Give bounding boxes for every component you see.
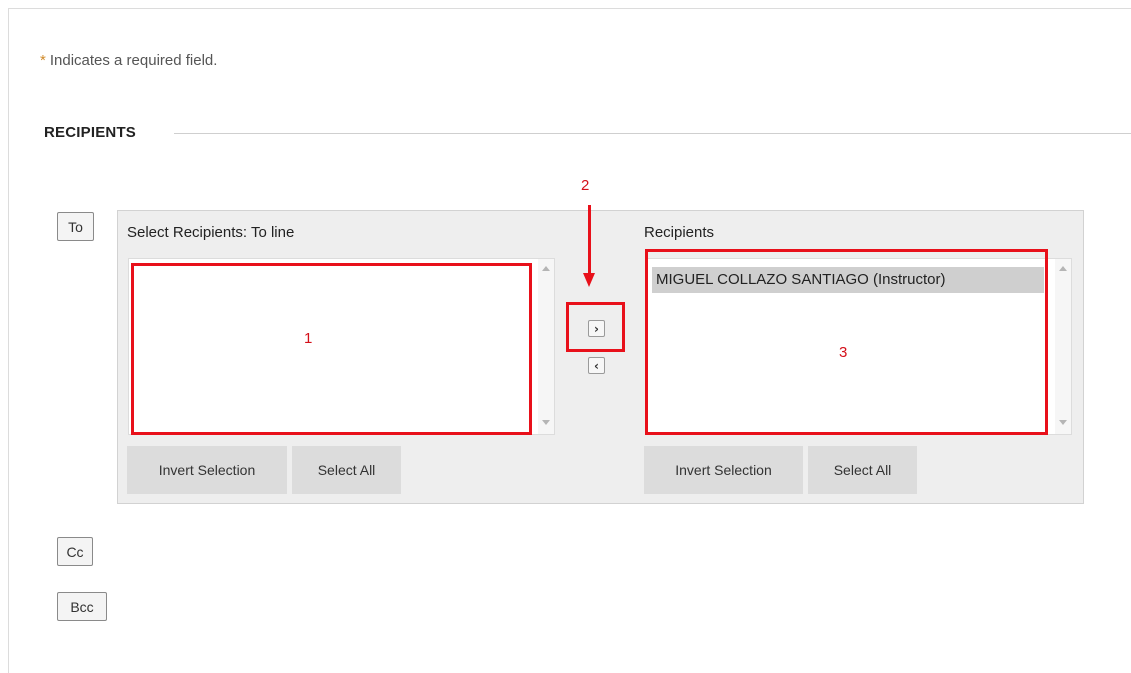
annotation-box-1 — [131, 263, 532, 435]
scroll-up-arrow-icon[interactable] — [1059, 266, 1067, 271]
invert-selection-left-button[interactable]: Invert Selection — [127, 446, 287, 494]
annotation-number-3: 3 — [839, 344, 848, 361]
scroll-down-arrow-icon[interactable] — [1059, 420, 1067, 425]
selected-list-scrollbar[interactable] — [1055, 259, 1071, 434]
available-list-scrollbar[interactable] — [538, 259, 554, 434]
recipients-label: Recipients — [644, 224, 715, 241]
invert-selection-right-button[interactable]: Invert Selection — [644, 446, 803, 494]
required-star: * — [40, 52, 46, 69]
annotation-box-2 — [566, 302, 625, 352]
annotation-number-1: 1 — [304, 330, 313, 347]
required-field-note: * Indicates a required field. — [40, 52, 217, 69]
select-all-right-button[interactable]: Select All — [808, 446, 917, 494]
cc-button[interactable]: Cc — [57, 537, 93, 566]
content-frame-left-border — [8, 8, 9, 673]
annotation-arrow-head-icon — [583, 273, 595, 287]
select-all-left-button[interactable]: Select All — [292, 446, 401, 494]
bcc-button[interactable]: Bcc — [57, 592, 107, 621]
required-note-text: Indicates a required field. — [49, 52, 218, 69]
to-button[interactable]: To — [57, 212, 94, 241]
scroll-down-arrow-icon[interactable] — [542, 420, 550, 425]
scroll-up-arrow-icon[interactable] — [542, 266, 550, 271]
recipients-section-title: RECIPIENTS — [44, 124, 137, 141]
content-frame-top-border — [8, 8, 1131, 9]
select-recipients-label: Select Recipients: To line — [127, 224, 295, 241]
annotation-box-3 — [645, 249, 1048, 435]
annotation-arrow-line — [588, 205, 591, 275]
annotation-number-2: 2 — [581, 177, 590, 194]
section-divider — [174, 133, 1131, 134]
move-left-button[interactable]: ‹ — [588, 357, 605, 374]
